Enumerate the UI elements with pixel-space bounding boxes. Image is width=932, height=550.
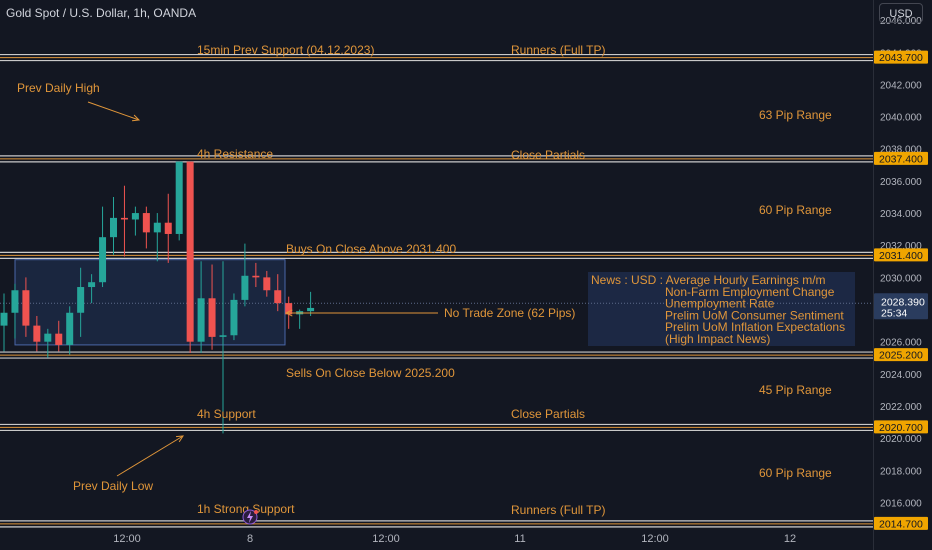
- candle-body: [110, 217, 117, 238]
- y-tick-label: 2020.000: [880, 434, 922, 445]
- level-price-label: 2031.400: [879, 250, 923, 262]
- countdown-label: 25:34: [881, 307, 907, 319]
- candle-body: [142, 213, 150, 233]
- y-tick-label: 2034.000: [880, 209, 922, 220]
- candle-body: [153, 222, 161, 233]
- prev-high-arrow: [87, 101, 140, 121]
- prev-low-arrow-head: [175, 435, 184, 443]
- level-price-label: 2025.200: [879, 350, 923, 362]
- annotation-pip-range-60-top: 60 Pip Range: [759, 203, 832, 217]
- candle-body: [274, 290, 282, 304]
- candle-body: [55, 333, 63, 345]
- y-tick-label: 2016.000: [880, 499, 922, 510]
- candle-body: [99, 237, 107, 283]
- candle-body: [131, 213, 139, 220]
- candle-body: [219, 335, 227, 337]
- lightning-icon: [242, 509, 258, 525]
- level-price-label: 2014.700: [879, 518, 923, 530]
- x-tick-label: 12:00: [113, 533, 141, 545]
- x-tick-label: 8: [247, 533, 253, 545]
- candle-body: [22, 290, 30, 326]
- candle-body: [197, 298, 205, 342]
- price-chart[interactable]: 15min Prev Support (04.12.2023) Runners (…: [0, 0, 932, 550]
- annotation-support-15min: 15min Prev Support (04.12.2023): [197, 43, 374, 57]
- annotation-prev-daily-low: Prev Daily Low: [73, 479, 153, 493]
- candle-body: [307, 307, 315, 312]
- y-tick-label: 2022.000: [880, 402, 922, 413]
- annotation-pip-range-63: 63 Pip Range: [759, 108, 832, 122]
- level-price-label: 2037.400: [879, 153, 923, 165]
- candle-body: [208, 298, 216, 337]
- annotation-no-trade-zone: No Trade Zone (62 Pips): [444, 306, 575, 320]
- y-tick-label: 2026.000: [880, 338, 922, 349]
- level-price-label: 2020.700: [879, 422, 923, 434]
- y-tick-label: 2030.000: [880, 273, 922, 284]
- y-tick-label: 2040.000: [880, 113, 922, 124]
- candle-body: [252, 275, 260, 278]
- x-tick-label: 12:00: [641, 533, 669, 545]
- candle-body: [230, 299, 238, 336]
- prev-low-arrow: [116, 435, 184, 477]
- candle-body: [263, 277, 271, 291]
- notification-dot-icon: [254, 510, 258, 514]
- candle-body: [11, 290, 19, 313]
- annotation-sells-on-close: Sells On Close Below 2025.200: [286, 366, 455, 380]
- annotation-close-partials-bottom: Close Partials: [511, 407, 585, 421]
- candle-body: [77, 287, 85, 313]
- annotation-runners-top: Runners (Full TP): [511, 43, 605, 57]
- annotation-runners-bottom: Runners (Full TP): [511, 503, 605, 517]
- candle-body: [186, 161, 194, 342]
- candle-body: [33, 325, 41, 342]
- annotation-resistance-4h: 4h Resistance: [197, 147, 273, 161]
- candle-body: [66, 312, 74, 345]
- candle-body: [241, 275, 249, 300]
- annotation-prev-daily-high: Prev Daily High: [17, 81, 100, 95]
- y-tick-label: 2036.000: [880, 177, 922, 188]
- candle-body: [88, 282, 96, 288]
- x-tick-label: 12:00: [372, 533, 400, 545]
- x-tick-label: 12: [784, 533, 796, 545]
- y-tick-label: 2042.000: [880, 80, 922, 91]
- currency-button[interactable]: USD: [879, 3, 923, 23]
- news-line: (High Impact News): [665, 332, 770, 346]
- candle-body: [175, 161, 183, 234]
- y-tick-label: 2018.000: [880, 466, 922, 477]
- level-price-label: 2043.700: [879, 52, 923, 64]
- annotation-support-4h: 4h Support: [197, 407, 256, 421]
- annotation-close-partials-top: Close Partials: [511, 148, 585, 162]
- y-tick-label: 2024.000: [880, 370, 922, 381]
- annotation-buys-on-close: Buys On Close Above 2031.400: [286, 242, 456, 256]
- annotation-pip-range-60-bottom: 60 Pip Range: [759, 466, 832, 480]
- symbol-title: Gold Spot / U.S. Dollar, 1h, OANDA: [6, 6, 197, 20]
- annotation-pip-range-45: 45 Pip Range: [759, 383, 832, 397]
- candle-body: [164, 222, 172, 234]
- candle-body: [44, 333, 52, 342]
- candle-body: [120, 217, 128, 220]
- candle-body: [0, 312, 8, 326]
- x-tick-label: 11: [514, 533, 525, 545]
